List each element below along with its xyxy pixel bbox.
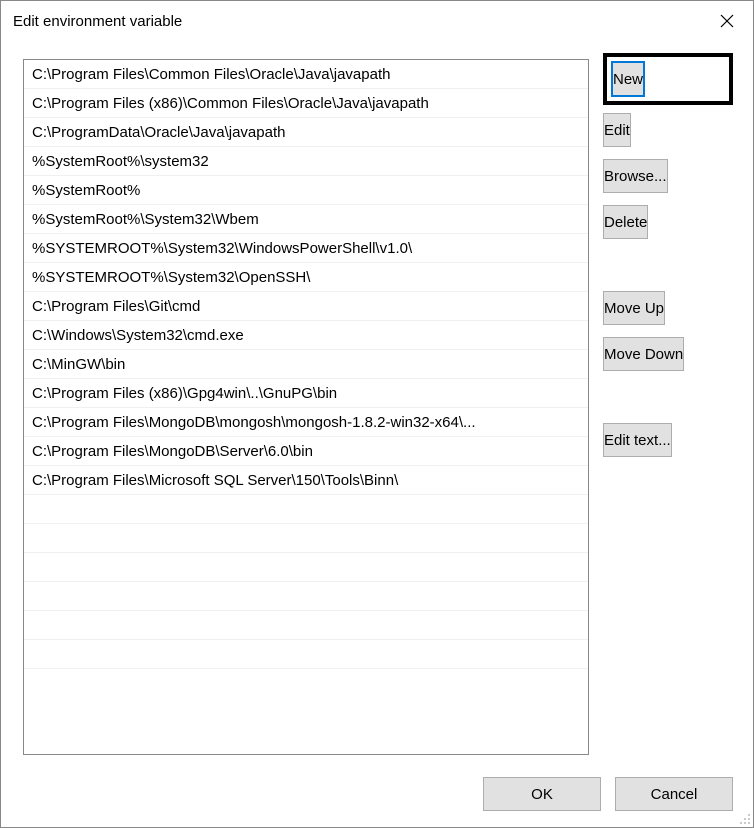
titlebar: Edit environment variable <box>1 1 753 39</box>
list-item[interactable]: C:\Program Files\MongoDB\Server\6.0\bin <box>24 437 588 466</box>
edit-env-var-dialog: Edit environment variable C:\Program Fil… <box>0 0 754 828</box>
list-item[interactable]: %SystemRoot%\system32 <box>24 147 588 176</box>
list-item[interactable] <box>24 524 588 553</box>
list-item[interactable]: C:\Program Files\Common Files\Oracle\Jav… <box>24 60 588 89</box>
close-icon <box>720 14 734 28</box>
new-button-highlight: New <box>603 53 733 105</box>
dialog-content: C:\Program Files\Common Files\Oracle\Jav… <box>1 39 753 827</box>
list-item[interactable]: %SYSTEMROOT%\System32\OpenSSH\ <box>24 263 588 292</box>
edit-button[interactable]: Edit <box>603 113 631 147</box>
list-item[interactable]: C:\Program Files (x86)\Gpg4win\..\GnuPG\… <box>24 379 588 408</box>
list-item[interactable] <box>24 553 588 582</box>
list-item[interactable] <box>24 640 588 669</box>
main-area: C:\Program Files\Common Files\Oracle\Jav… <box>23 59 733 755</box>
move-up-button[interactable]: Move Up <box>603 291 665 325</box>
list-item[interactable]: C:\MinGW\bin <box>24 350 588 379</box>
list-item[interactable] <box>24 495 588 524</box>
list-item[interactable]: C:\Program Files (x86)\Common Files\Orac… <box>24 89 588 118</box>
list-item[interactable]: C:\Program Files\Microsoft SQL Server\15… <box>24 466 588 495</box>
delete-button[interactable]: Delete <box>603 205 648 239</box>
list-item[interactable]: C:\Windows\System32\cmd.exe <box>24 321 588 350</box>
list-item[interactable]: %SystemRoot%\System32\Wbem <box>24 205 588 234</box>
dialog-footer: OK Cancel <box>23 755 733 811</box>
button-gap <box>603 383 733 423</box>
ok-button[interactable]: OK <box>483 777 601 811</box>
list-item[interactable]: %SystemRoot% <box>24 176 588 205</box>
path-listbox[interactable]: C:\Program Files\Common Files\Oracle\Jav… <box>23 59 589 755</box>
list-item[interactable]: C:\ProgramData\Oracle\Java\javapath <box>24 118 588 147</box>
list-item[interactable]: %SYSTEMROOT%\System32\WindowsPowerShell\… <box>24 234 588 263</box>
list-item[interactable]: C:\Program Files\MongoDB\mongosh\mongosh… <box>24 408 588 437</box>
list-item[interactable] <box>24 669 588 698</box>
edit-text-button[interactable]: Edit text... <box>603 423 672 457</box>
side-button-panel: New Edit Browse... Delete Move Up Move D… <box>603 59 733 755</box>
list-item[interactable] <box>24 611 588 640</box>
cancel-button[interactable]: Cancel <box>615 777 733 811</box>
close-button[interactable] <box>713 7 741 35</box>
resize-grip-icon[interactable] <box>737 811 751 825</box>
button-gap <box>603 251 733 291</box>
list-item[interactable]: C:\Program Files\Git\cmd <box>24 292 588 321</box>
list-item[interactable] <box>24 582 588 611</box>
window-title: Edit environment variable <box>13 13 182 30</box>
move-down-button[interactable]: Move Down <box>603 337 684 371</box>
browse-button[interactable]: Browse... <box>603 159 668 193</box>
new-button[interactable]: New <box>611 61 645 97</box>
